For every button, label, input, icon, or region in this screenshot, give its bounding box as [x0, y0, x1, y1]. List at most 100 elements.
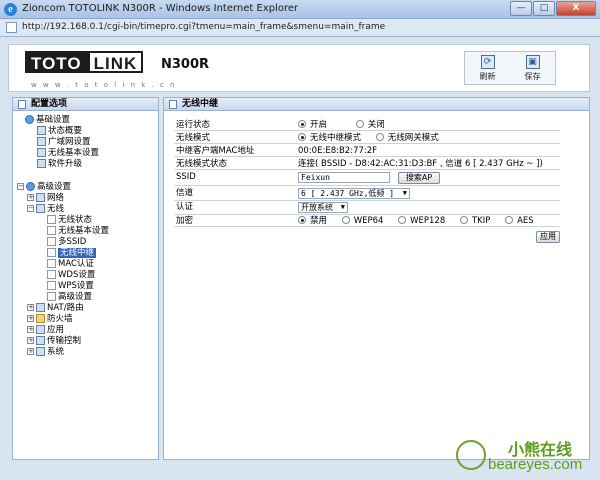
menu-multi-ssid[interactable]: 多SSID	[47, 237, 86, 247]
traffic-icon	[36, 336, 45, 345]
document-icon	[47, 237, 56, 246]
monitor-icon	[37, 126, 46, 135]
expand-icon[interactable]: +	[27, 348, 34, 355]
firewall-icon	[36, 314, 45, 323]
menu-mac-auth[interactable]: MAC认证	[47, 259, 94, 269]
upgrade-icon	[37, 159, 46, 168]
header-banner: TOTO LINK N300R w w w . t o t o l i n k …	[8, 44, 590, 92]
network-icon	[37, 137, 46, 146]
content-title: 无线中继	[182, 99, 219, 109]
sidebar-title: 配置选项	[31, 99, 68, 109]
apply-button[interactable]: 应用	[536, 231, 560, 243]
expand-icon[interactable]: +	[27, 194, 34, 201]
wireless-icon	[37, 148, 46, 157]
sidebar: 配置选项 基础设置 状态概要 广域网设置 无线基本设置 软件升级 − 高级设置 +…	[12, 97, 159, 460]
expand-icon[interactable]: +	[27, 304, 34, 311]
window-title: Zioncom TOTOLINK N300R - Windows Interne…	[22, 3, 299, 14]
menu-status[interactable]: 状态概要	[37, 126, 82, 136]
mode-status-label: 无线模式状态	[176, 159, 228, 169]
row-auth: 认证 开放系统 ▼	[174, 202, 560, 215]
search-ap-button[interactable]: 搜索AP	[398, 172, 440, 184]
menu-wps[interactable]: WPS设置	[47, 281, 94, 291]
expand-icon[interactable]: +	[27, 326, 34, 333]
menu-wl-basic[interactable]: 无线基本设置	[47, 226, 109, 236]
network-icon	[36, 193, 45, 202]
channel-label: 信道	[176, 188, 194, 198]
encrypt-wep64-radio[interactable]: WEP64	[341, 216, 383, 226]
collapse-icon[interactable]: −	[17, 183, 24, 190]
wireless-icon	[36, 204, 45, 213]
address-bar[interactable]: http://192.168.0.1/cgi-bin/timepro.cgi?t…	[0, 19, 600, 37]
encrypt-disable-radio[interactable]: 禁用	[298, 216, 327, 226]
menu-upgrade[interactable]: 软件升级	[37, 159, 82, 169]
ssid-input[interactable]: Feixun	[298, 172, 390, 183]
wl-mode-gateway-radio[interactable]: 无线网关模式	[375, 133, 439, 143]
menu-wireless[interactable]: − 无线	[27, 204, 64, 214]
maximize-button[interactable]: □	[533, 1, 555, 16]
collapse-icon[interactable]: −	[27, 205, 34, 212]
menu-network[interactable]: + 网络	[27, 193, 64, 203]
wl-mode-repeater-radio[interactable]: 无线中继模式	[298, 133, 361, 143]
save-label: 保存	[524, 71, 541, 81]
window-titlebar: e Zioncom TOTOLINK N300R - Windows Inter…	[0, 0, 600, 19]
document-icon	[47, 248, 56, 257]
encrypt-label: 加密	[176, 216, 194, 226]
router-icon	[36, 303, 45, 312]
menu-app[interactable]: + 应用	[27, 325, 64, 335]
encrypt-aes-radio[interactable]: AES	[505, 216, 534, 226]
auth-value: 开放系统	[301, 203, 333, 212]
menu-wireless-basic[interactable]: 无线基本设置	[37, 148, 99, 158]
auth-select[interactable]: 开放系统 ▼	[298, 202, 348, 213]
bear-logo-icon	[456, 440, 486, 470]
page-icon	[169, 100, 177, 109]
globe-icon	[25, 115, 34, 124]
logo-part-link: LINK	[87, 51, 144, 73]
save-button[interactable]: ▣ 保存	[514, 53, 552, 83]
menu-wl-advanced[interactable]: 高级设置	[47, 292, 92, 302]
menu-firewall[interactable]: + 防火墙	[27, 314, 73, 324]
run-status-off-radio[interactable]: 关闭	[355, 120, 385, 130]
auth-label: 认证	[176, 202, 194, 212]
expand-icon[interactable]: +	[27, 315, 34, 322]
channel-select[interactable]: 6 [ 2.437 GHz,低频 ] ▼	[298, 188, 410, 199]
row-channel: 信道 6 [ 2.437 GHz,低频 ] ▼	[174, 188, 560, 201]
globe-icon	[26, 182, 35, 191]
mode-status-value: 连接( BSSID - D8:42:AC:31:D3:BF , 信道 6 [ 2…	[298, 159, 543, 169]
address-url[interactable]: http://192.168.0.1/cgi-bin/timepro.cgi?t…	[22, 22, 385, 32]
logo-tagline: w w w . t o t o l i n k . c n	[31, 81, 177, 89]
refresh-button[interactable]: ⟳ 刷新	[469, 53, 507, 83]
channel-value: 6 [ 2.437 GHz,低频 ]	[301, 189, 395, 198]
encrypt-tkip-radio[interactable]: TKIP	[459, 216, 490, 226]
menu-system[interactable]: + 系统	[27, 347, 64, 357]
run-status-on-radio[interactable]: 开启	[298, 120, 327, 130]
watermark-en: beareyes.com	[488, 456, 583, 473]
encrypt-wep128-radio[interactable]: WEP128	[398, 216, 445, 226]
menu-wl-repeater[interactable]: 无线中继	[47, 248, 97, 258]
model-name: N300R	[161, 57, 210, 72]
minimize-button[interactable]: —	[510, 1, 532, 16]
document-icon	[47, 270, 56, 279]
menu-nat[interactable]: + NAT/路由	[27, 303, 84, 313]
row-mode-status: 无线模式状态 连接( BSSID - D8:42:AC:31:D3:BF , 信…	[174, 159, 560, 170]
totolink-logo: TOTO LINK	[25, 51, 144, 75]
row-encrypt: 加密 禁用 WEP64 WEP128 TKIP AES	[174, 216, 560, 227]
header-toolbar: ⟳ 刷新 ▣ 保存	[464, 51, 556, 85]
watermark: 小熊在线 beareyes.com	[452, 436, 597, 476]
menu-basic[interactable]: 基础设置	[25, 115, 70, 125]
document-icon	[47, 215, 56, 224]
document-icon	[47, 281, 56, 290]
refresh-label: 刷新	[479, 71, 496, 81]
wl-mode-label: 无线模式	[176, 133, 211, 143]
row-wl-mode: 无线模式 无线中继模式 无线网关模式	[174, 133, 560, 144]
menu-wds[interactable]: WDS设置	[47, 270, 95, 280]
menu-traffic[interactable]: + 传输控制	[27, 336, 81, 346]
menu-advanced[interactable]: − 高级设置	[17, 182, 71, 192]
expand-icon[interactable]: +	[27, 337, 34, 344]
system-icon	[36, 347, 45, 356]
menu-wan[interactable]: 广域网设置	[37, 137, 91, 147]
chevron-down-icon: ▼	[402, 189, 407, 197]
page-icon	[6, 22, 17, 33]
close-button[interactable]: X	[556, 1, 596, 16]
menu-wl-status[interactable]: 无线状态	[47, 215, 92, 225]
save-icon: ▣	[525, 54, 540, 69]
